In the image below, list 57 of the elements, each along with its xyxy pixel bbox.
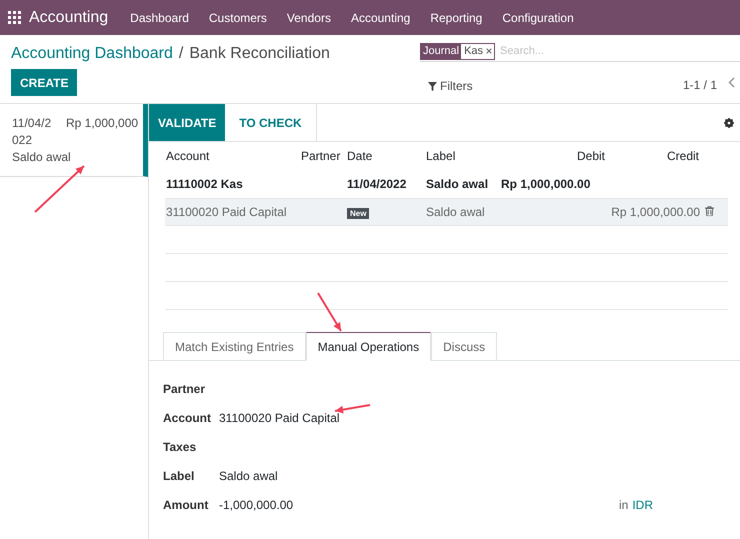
statement-amount: Rp 1,000,000	[66, 115, 138, 132]
column-header[interactable]: Date	[346, 147, 425, 165]
breadcrumb-link[interactable]: Accounting Dashboard	[11, 42, 173, 66]
trash-icon[interactable]	[705, 206, 714, 216]
field-label: Account	[163, 410, 212, 426]
breadcrumb-current: Bank Reconciliation	[189, 44, 330, 64]
validate-button[interactable]: VALIDATE	[149, 104, 226, 141]
search-facet[interactable]: Journal Kas	[420, 43, 496, 60]
new-badge: New	[347, 208, 370, 219]
table-cell-text: Saldo awal	[425, 176, 490, 193]
filters-button[interactable]: Filters	[428, 77, 473, 95]
annotation-arrow	[334, 404, 370, 414]
menu-item[interactable]: Configuration	[492, 8, 584, 26]
annotation-arrow	[317, 292, 342, 332]
create-button[interactable]: CREATE	[11, 69, 78, 96]
table-cell-text: Saldo awal	[425, 204, 486, 221]
settings-icon[interactable]	[724, 118, 734, 128]
menu-item[interactable]: Customers	[198, 8, 277, 26]
statement-label: Saldo awal	[12, 149, 72, 166]
field-value[interactable]: 31100020 Paid Capital	[219, 408, 619, 426]
menu-item[interactable]: Dashboard	[120, 8, 199, 26]
field-label: Taxes	[163, 438, 198, 456]
apps-menu-icon[interactable]	[8, 11, 21, 24]
table-cell: Rp 1,000,000.00	[611, 205, 700, 219]
menu-item[interactable]: Reporting	[420, 8, 492, 26]
table-cell: 11/04/2022	[347, 177, 406, 191]
tab[interactable]: Match Existing Entries	[163, 332, 306, 361]
field-value[interactable]: -1,000,000.00	[219, 496, 619, 514]
statement-date: 11/04/2022	[12, 115, 52, 149]
field-label: Amount	[163, 496, 210, 514]
breadcrumb-separator: /	[178, 44, 184, 64]
search-field[interactable]: Journal Kas Search...	[420, 42, 740, 62]
annotation-arrow	[34, 165, 85, 213]
facet-label: Journal	[421, 44, 462, 59]
menu-item[interactable]: Vendors	[276, 8, 341, 26]
column-header[interactable]: Debit	[501, 147, 605, 165]
pager-value: 1-1 / 1	[683, 77, 718, 94]
field-label: Partner	[163, 380, 206, 398]
app-name[interactable]: Accounting	[29, 6, 108, 30]
facet-value: Kas	[463, 44, 484, 60]
column-header[interactable]: Partner	[300, 147, 346, 165]
field-value[interactable]: Saldo awal	[219, 466, 619, 484]
table-cell: Rp 1,000,000.00	[501, 177, 590, 191]
filter-icon	[428, 82, 437, 90]
tab[interactable]: Discuss	[431, 332, 498, 361]
previous-icon[interactable]	[728, 77, 735, 88]
remove-icon[interactable]	[486, 48, 494, 56]
column-header[interactable]: Label	[425, 147, 501, 165]
currency-link[interactable]: IDR	[632, 496, 654, 514]
column-header[interactable]: Account	[165, 147, 300, 165]
currency-prefix: in	[619, 496, 628, 514]
table-cell-text: 31100020 Paid Capital	[165, 204, 288, 221]
menu-item[interactable]: Accounting	[340, 8, 420, 26]
column-header[interactable]: Credit	[605, 147, 700, 165]
field-label: Label	[163, 468, 196, 484]
table-cell-text: 11110002 Kas	[165, 176, 244, 193]
tab[interactable]: Manual Operations	[306, 332, 432, 361]
